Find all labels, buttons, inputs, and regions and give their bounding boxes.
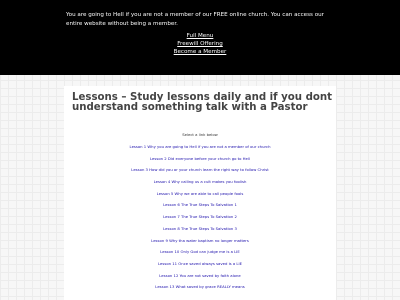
header-menu: Full Menu Freewill Offering Become a Mem… [0,33,400,56]
intro-text: You are going to Hell if you are not a m… [66,12,324,28]
lesson-link[interactable]: Lesson 10 Only God can judge me is a LIE [64,246,336,258]
become-member-link[interactable]: Become a Member [0,49,400,57]
lesson-link[interactable]: Lesson 3 How did you or your church lear… [64,164,336,176]
lesson-link[interactable]: Lesson 7 The True Steps To Salvation 2 [64,211,336,223]
full-menu-link[interactable]: Full Menu [0,33,400,41]
lesson-link[interactable]: Lesson 4 Why calling us a cult makes you… [64,176,336,188]
main-content: Lessons – Study lessons daily and if you… [64,86,336,300]
freewill-offering-link[interactable]: Freewill Offering [0,41,400,49]
site-header: You are going to Hell if you are not a m… [0,0,400,75]
lesson-link[interactable]: Lesson 12 You are not saved by faith alo… [64,270,336,282]
lesson-list: Lesson 1 Why you are going to Hell if yo… [64,141,336,293]
select-link-text: Select a link below [182,132,218,137]
lesson-link[interactable]: Lesson 1 Why you are going to Hell if yo… [64,141,336,153]
lesson-link[interactable]: Lesson 8 The True Steps To Salvation 3 [64,223,336,235]
lesson-link[interactable]: Lesson 6 The True Steps To Salvation 1 [64,199,336,211]
lesson-link[interactable]: Lesson 5 Why we are able to call people … [64,188,336,200]
lesson-link[interactable]: Lesson 9 Why tha water baptism no longer… [64,235,336,247]
lesson-link[interactable]: Lesson 13 What saved by grace REALLY mea… [64,281,336,293]
lesson-link[interactable]: Lesson 11 Once saved always saved is a L… [64,258,336,270]
page-title: Lessons – Study lessons daily and if you… [72,92,332,113]
lesson-link[interactable]: Lesson 2 Did everyone before your church… [64,153,336,165]
